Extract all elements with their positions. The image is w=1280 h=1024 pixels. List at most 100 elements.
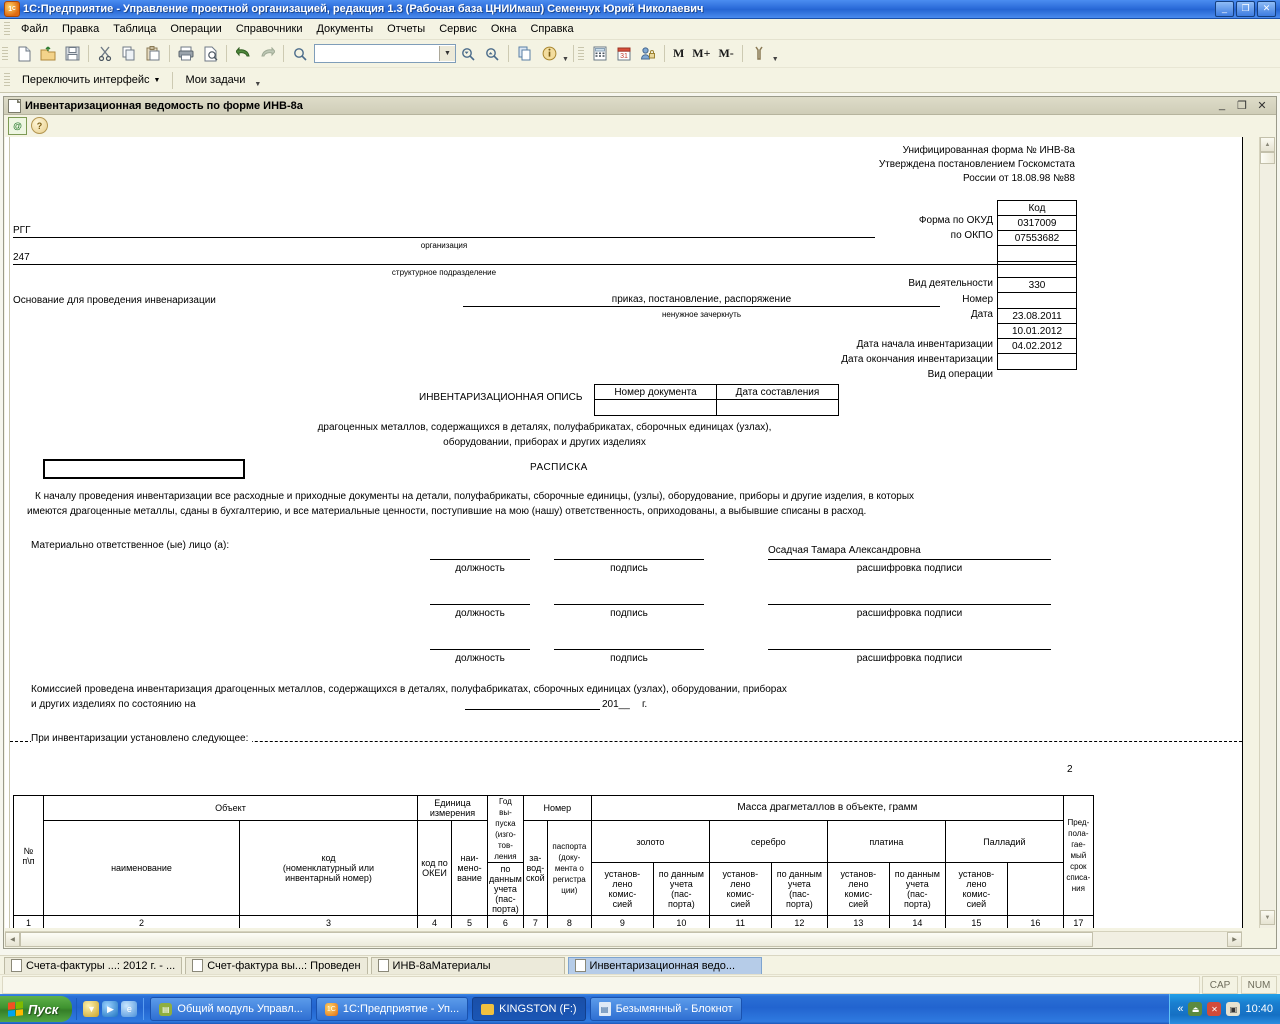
menu-item-service[interactable]: Сервис: [432, 21, 484, 37]
child-restore-button[interactable]: ❐: [1236, 99, 1248, 112]
code-table-header: Код: [997, 200, 1077, 216]
menu-gripper[interactable]: [4, 22, 10, 36]
start-button[interactable]: Пуск: [0, 996, 73, 1022]
child-minimize-button[interactable]: _: [1216, 99, 1228, 112]
paste-icon[interactable]: [141, 42, 165, 66]
quicklaunch-shield-icon[interactable]: ▼: [83, 1001, 100, 1017]
window-tab-inv8a-materials[interactable]: ИНВ-8аМатериалы: [370, 956, 565, 975]
taskbar-item-notepad[interactable]: ▤ Безымянный - Блокнот: [589, 997, 742, 1021]
menu-item-documents[interactable]: Документы: [309, 21, 380, 37]
receipt-input-box[interactable]: [43, 459, 245, 479]
child-close-button[interactable]: ✕: [1256, 99, 1268, 112]
menu-item-reports[interactable]: Отчеты: [380, 21, 432, 37]
document-canvas-wrapper: Унифицированная форма № ИНВ-8а Утвержден…: [4, 136, 1276, 948]
new-document-icon[interactable]: [12, 42, 36, 66]
document-page: Унифицированная форма № ИНВ-8а Утвержден…: [5, 137, 1242, 928]
antivirus-icon[interactable]: ✕: [1207, 1002, 1222, 1016]
tools-dropdown-caret-icon[interactable]: ▼: [772, 56, 779, 67]
th-silver-commission: установ- лено комис- сией: [708, 862, 772, 916]
safely-remove-icon[interactable]: ⏏: [1188, 1002, 1203, 1016]
toolbar-gripper[interactable]: [2, 46, 8, 61]
my-tasks-button[interactable]: Мои задачи: [177, 72, 253, 88]
copy-icon[interactable]: [117, 42, 141, 66]
minimize-button[interactable]: _: [1215, 1, 1234, 17]
tray-expand-icon[interactable]: «: [1177, 1003, 1183, 1015]
memory-button-m[interactable]: M: [669, 46, 688, 61]
memory-button-mplus[interactable]: M+: [688, 46, 714, 61]
vertical-scroll-thumb[interactable]: [1260, 152, 1275, 164]
info-icon[interactable]: [537, 42, 561, 66]
signature-caption-2c: расшифровка подписи: [856, 608, 963, 619]
window-tab-invoice[interactable]: Счет-фактура вы...: Проведен: [185, 956, 368, 975]
my-tasks-caret-icon[interactable]: ▼: [254, 81, 261, 92]
code-number-value: 330: [997, 277, 1077, 293]
close-button[interactable]: ✕: [1257, 1, 1276, 17]
menu-item-table[interactable]: Таблица: [106, 21, 163, 37]
scroll-right-button[interactable]: ▶: [1227, 932, 1242, 947]
toolbar-gripper-2[interactable]: [577, 46, 584, 61]
quicklaunch-media-icon[interactable]: ▶: [102, 1001, 119, 1017]
svg-text:31: 31: [620, 53, 628, 60]
chevron-down-icon[interactable]: ▼: [154, 77, 161, 84]
form-header-line-2: Утверждена постановлением Госкомстата: [878, 159, 1075, 170]
status-bar: CAP NUM: [0, 974, 1280, 995]
scroll-left-button[interactable]: ◀: [5, 932, 20, 947]
info-dropdown-caret-icon[interactable]: ▼: [562, 56, 569, 67]
horizontal-scroll-thumb[interactable]: [20, 932, 1093, 947]
undo-icon[interactable]: [231, 42, 255, 66]
open-folder-icon[interactable]: [36, 42, 60, 66]
menu-item-edit[interactable]: Правка: [55, 21, 106, 37]
cut-icon[interactable]: [93, 42, 117, 66]
calculator-icon[interactable]: [588, 42, 612, 66]
clock[interactable]: 10:40: [1245, 1003, 1273, 1015]
search-icon[interactable]: [288, 42, 312, 66]
help-icon[interactable]: ?: [31, 117, 48, 134]
window-tab-inventory-sheet[interactable]: Инвентаризационная ведо...: [567, 956, 762, 975]
print-preview-icon[interactable]: [198, 42, 222, 66]
horizontal-scrollbar[interactable]: ◀ ▶: [5, 931, 1242, 947]
menu-item-file[interactable]: Файл: [14, 21, 55, 37]
menu-item-windows[interactable]: Окна: [484, 21, 524, 37]
search-input[interactable]: ▼: [314, 44, 456, 63]
redo-icon[interactable]: [255, 42, 279, 66]
print-spreadsheet-icon[interactable]: @: [8, 116, 27, 135]
opis-doc-num-value: [594, 399, 717, 416]
menu-item-operations[interactable]: Операции: [163, 21, 228, 37]
quicklaunch-browser-icon[interactable]: e: [121, 1001, 138, 1017]
print-icon[interactable]: [174, 42, 198, 66]
code-date-actual-value: 23.08.2011: [997, 308, 1077, 324]
network-icon[interactable]: ▣: [1226, 1002, 1241, 1016]
inventory-table[interactable]: № п\п Объект Единица измерения Год вы- п…: [13, 795, 1094, 928]
taskbar-item-module[interactable]: ▤ Общий модуль Управл...: [150, 997, 312, 1021]
menu-item-help[interactable]: Справка: [523, 21, 580, 37]
switch-interface-button[interactable]: Переключить интерфейс ▼: [14, 72, 168, 88]
maximize-button[interactable]: ❐: [1236, 1, 1255, 17]
spreadsheet-document[interactable]: Унифицированная форма № ИНВ-8а Утвержден…: [5, 137, 1243, 928]
calendar-icon[interactable]: 31: [612, 42, 636, 66]
scroll-up-button[interactable]: ▲: [1260, 137, 1275, 152]
find-next-icon[interactable]: [456, 42, 480, 66]
horizontal-scroll-track[interactable]: [20, 932, 1227, 947]
secondary-toolbar-gripper[interactable]: [4, 73, 10, 87]
taskbar-item-1c[interactable]: 1C 1С:Предприятие - Уп...: [315, 997, 469, 1021]
tools-wrench-icon[interactable]: [747, 42, 771, 66]
vertical-scroll-track[interactable]: [1260, 164, 1275, 910]
th-np: № п\п: [13, 795, 44, 916]
taskbar-item-kingston[interactable]: KINGSTON (F:): [472, 997, 586, 1021]
th-name: наименование: [43, 820, 240, 916]
menu-item-catalogs[interactable]: Справочники: [229, 21, 310, 37]
vertical-scrollbar[interactable]: ▲ ▼: [1259, 137, 1275, 928]
document-icon: [8, 98, 21, 113]
th-num-5: 5: [451, 915, 488, 928]
user-settings-icon[interactable]: [636, 42, 660, 66]
chevron-down-icon[interactable]: ▼: [439, 46, 455, 61]
signature-rule-2b: [554, 604, 704, 605]
window-tab-invoices[interactable]: Счета-фактуры ...: 2012 г. - ...: [4, 956, 183, 975]
signature-caption-1b: подпись: [610, 563, 648, 574]
find-prev-icon[interactable]: [480, 42, 504, 66]
th-num-7: 7: [522, 915, 548, 928]
memory-button-mminus[interactable]: M-: [714, 46, 737, 61]
scroll-down-button[interactable]: ▼: [1260, 910, 1275, 925]
copy-window-icon[interactable]: [513, 42, 537, 66]
save-icon[interactable]: [60, 42, 84, 66]
